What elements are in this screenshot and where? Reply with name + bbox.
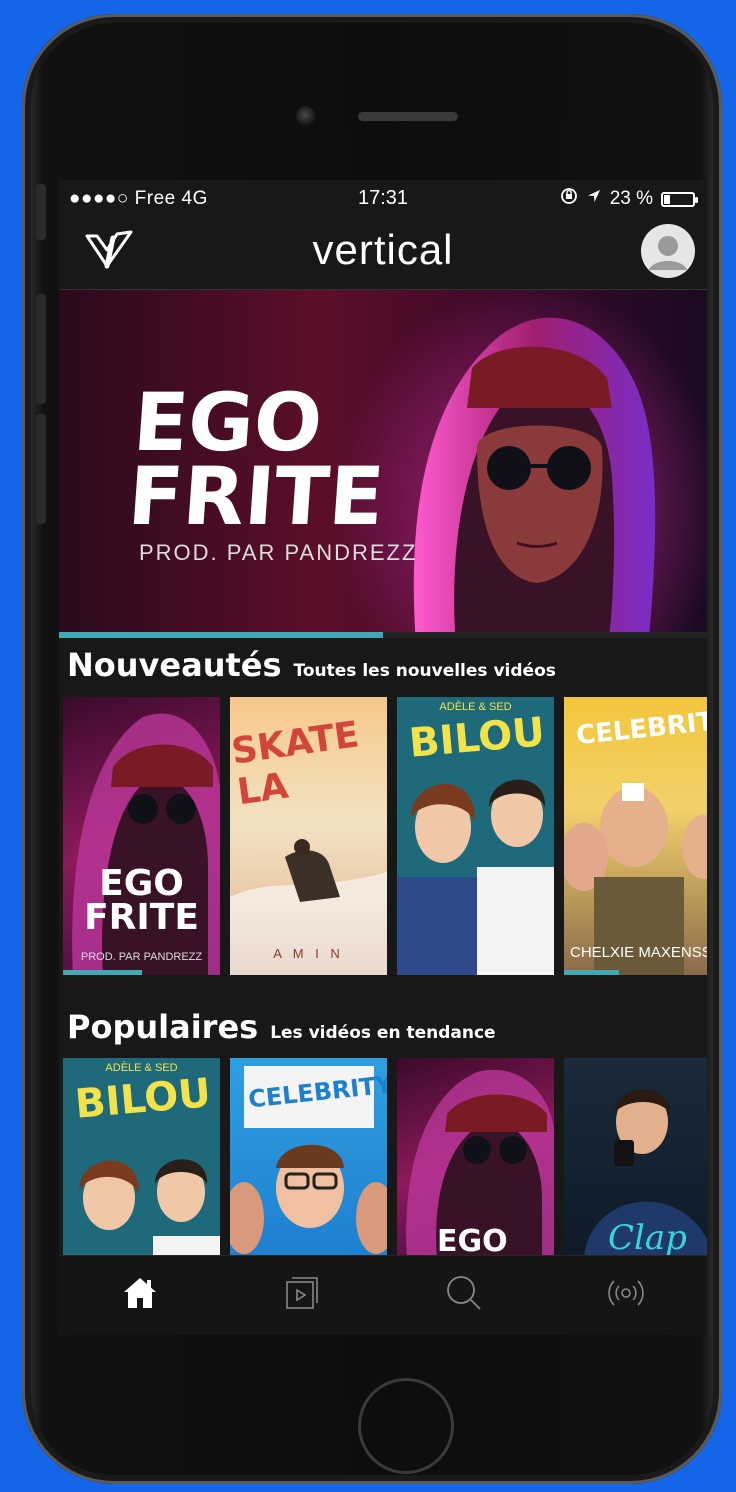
app-screen: ●●●●○ Free 4G 17:31 23 % vertical EGO FR… — [59, 180, 707, 1335]
hero-title: EGO FRITE — [125, 376, 387, 543]
video-card-skate-la[interactable]: SKATE LA A M I N — [230, 697, 387, 975]
populaires-row: ADÈLE & SED BILOU CELEBRITY EGO Clap — [63, 1058, 707, 1258]
app-brand-title: vertical — [312, 226, 454, 273]
hero-subtitle: PROD. PAR PANDREZZ — [139, 540, 418, 565]
tab-live[interactable] — [545, 1256, 707, 1335]
mute-switch — [36, 184, 46, 240]
home-hardware-button[interactable] — [358, 1378, 454, 1474]
card-title: EGO — [437, 1224, 508, 1258]
section-title: Nouveautés — [67, 646, 282, 684]
card-title: EGO FRITE — [84, 863, 199, 938]
earpiece-speaker — [358, 112, 458, 121]
bottom-tab-bar — [59, 1255, 707, 1335]
hero-figure-image — [413, 317, 656, 638]
card-thumbnail — [79, 1159, 220, 1258]
section-subtitle[interactable]: Les vidéos en tendance — [270, 1023, 495, 1043]
section-nouveautes-header: Nouveautés Toutes les nouvelles vidéos — [67, 646, 556, 684]
card-thumbnail — [230, 839, 387, 975]
status-right: 23 % — [560, 187, 698, 211]
status-bar: ●●●●○ Free 4G 17:31 23 % — [59, 180, 707, 216]
card-title: Clap — [608, 1218, 687, 1258]
card-thumbnail — [397, 779, 554, 975]
video-card-clap[interactable]: Clap — [564, 1058, 707, 1258]
card-caption: PROD. PAR PANDREZZ — [80, 951, 203, 963]
live-broadcast-icon — [607, 1274, 645, 1317]
video-card-ego-frite[interactable]: EGO FRITE PROD. PAR PANDREZZ — [63, 697, 220, 975]
hero-title-line2: FRITE — [125, 450, 387, 543]
battery-percent: 23 % — [609, 188, 653, 209]
card-caption: CHELXIE MAXENSS SE — [570, 944, 707, 961]
hero-progress-track — [59, 632, 707, 638]
section-subtitle[interactable]: Toutes les nouvelles vidéos — [294, 661, 556, 681]
card-thumbnail — [564, 783, 707, 975]
hero-progress-bar — [59, 632, 383, 638]
top-navbar: vertical — [59, 216, 707, 290]
video-card-celebrity[interactable]: CELEBRITY CHELXIE MAXENSS SE — [564, 697, 707, 975]
video-card-ego-frite[interactable]: EGO — [397, 1058, 554, 1258]
battery-fill — [664, 194, 671, 204]
volume-up-button — [36, 294, 46, 404]
video-card-bilou[interactable]: ADÈLE & SED BILOU — [63, 1058, 220, 1258]
hero-title-line1: EGO — [130, 376, 326, 469]
tab-home[interactable] — [59, 1256, 221, 1335]
video-library-icon — [284, 1275, 320, 1316]
card-progress-bar — [63, 970, 142, 975]
section-title: Populaires — [67, 1008, 259, 1046]
video-card-celebrity[interactable]: CELEBRITY — [230, 1058, 387, 1258]
front-camera — [296, 106, 316, 126]
card-progress-bar — [564, 970, 619, 975]
card-thumbnail — [230, 1144, 387, 1254]
search-icon — [445, 1274, 483, 1317]
video-card-bilou[interactable]: ADÈLE & SED BILOU — [397, 697, 554, 975]
location-arrow-icon — [586, 188, 602, 210]
hero-banner[interactable]: EGO FRITE PROD. PAR PANDREZZ — [59, 290, 707, 638]
volume-down-button — [36, 414, 46, 524]
home-icon — [122, 1276, 158, 1315]
rotation-lock-icon — [560, 187, 578, 211]
tab-search[interactable] — [383, 1256, 545, 1335]
battery-icon — [661, 191, 698, 207]
card-caption: A M I N — [273, 946, 344, 961]
user-avatar-icon[interactable] — [641, 224, 695, 278]
nouveautes-row: EGO FRITE PROD. PAR PANDREZZ SKATE LA A … — [63, 697, 707, 975]
tab-videos[interactable] — [221, 1256, 383, 1335]
section-populaires-header: Populaires Les vidéos en tendance — [67, 1008, 496, 1046]
